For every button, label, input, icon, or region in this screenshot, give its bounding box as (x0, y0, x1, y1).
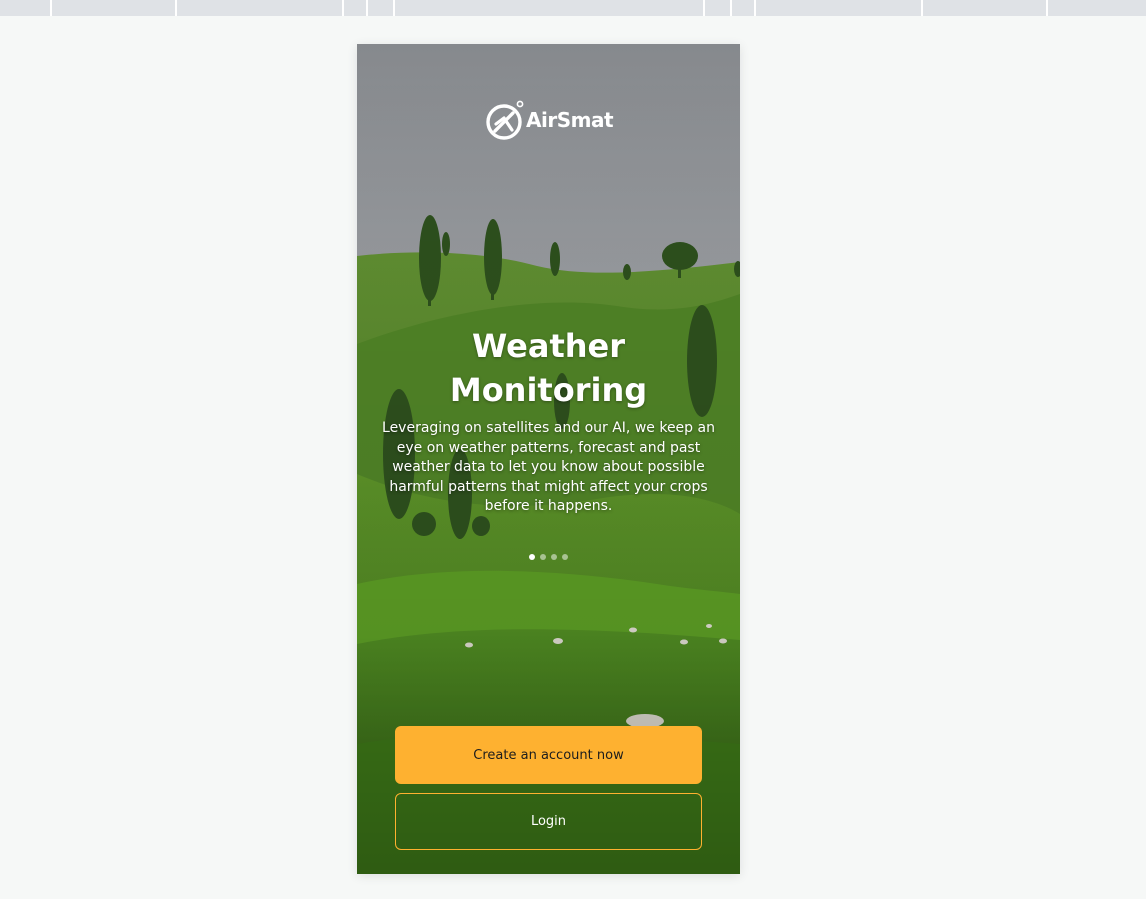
strip-divider (703, 0, 705, 16)
create-account-button[interactable]: Create an account now (395, 726, 702, 784)
strip-divider (393, 0, 395, 16)
strip-divider (175, 0, 177, 16)
slide-title-line1: Weather (471, 327, 625, 365)
strip-divider (754, 0, 756, 16)
strip-divider (730, 0, 732, 16)
slide-title-line2: Monitoring (449, 371, 648, 409)
strip-divider (366, 0, 368, 16)
carousel-dot[interactable] (529, 554, 535, 560)
carousel-dot[interactable] (562, 554, 568, 560)
login-button[interactable]: Login (395, 793, 702, 850)
strip-divider (921, 0, 923, 16)
carousel-dot[interactable] (540, 554, 546, 560)
strip-divider (342, 0, 344, 16)
onboarding-screen: AirSmat Weather Monitoring Leveraging on… (357, 44, 740, 874)
brand-logo: AirSmat (485, 100, 614, 140)
airsmat-logo-icon (486, 100, 524, 140)
carousel-dot[interactable] (551, 554, 557, 560)
strip-divider (1046, 0, 1048, 16)
strip-divider (50, 0, 52, 16)
slide-description: Leveraging on satellites and our AI, we … (382, 420, 715, 514)
carousel-indicator (357, 554, 740, 560)
browser-top-strip (0, 0, 1146, 16)
brand-name: AirSmat (526, 108, 614, 132)
slide-title: Weather Monitoring (357, 324, 740, 412)
